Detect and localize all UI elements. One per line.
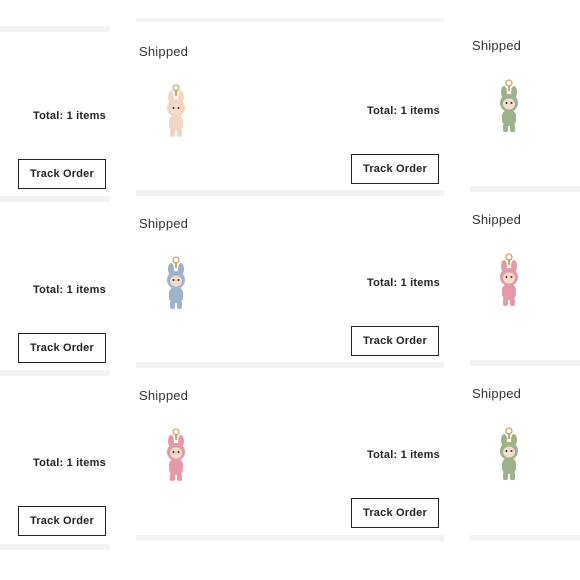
order-status: Shipped — [472, 386, 522, 401]
order-total: Total: 1 items — [367, 105, 440, 117]
track-order-button[interactable]: Track Order — [18, 506, 106, 536]
plush-keychain-icon — [167, 84, 185, 137]
separator — [0, 544, 110, 550]
order-total: Total: 1 items — [367, 277, 440, 289]
track-order-button[interactable]: Track Order — [18, 159, 106, 189]
order-status: Shipped — [472, 212, 522, 227]
order-total: Total: 1 items — [33, 284, 106, 296]
order-total: Total: 1 items — [367, 449, 440, 461]
track-order-button[interactable]: Track Order — [351, 498, 439, 528]
product-thumbnail[interactable] — [160, 256, 192, 312]
separator — [470, 186, 580, 192]
track-order-button[interactable]: Track Order — [18, 333, 106, 363]
plush-keychain-icon — [500, 253, 518, 306]
plush-keychain-icon — [167, 256, 185, 309]
separator — [470, 360, 580, 366]
separator — [470, 535, 580, 541]
order-status: Shipped — [139, 216, 189, 231]
plush-keychain-icon — [500, 427, 518, 480]
order-status: Shipped — [139, 44, 189, 59]
plush-keychain-icon — [500, 79, 518, 132]
separator — [136, 362, 444, 368]
order-status: Shipped — [472, 38, 522, 53]
product-thumbnail[interactable] — [493, 253, 525, 309]
order-status: Shipped — [139, 388, 189, 403]
separator — [0, 26, 110, 32]
separator — [0, 370, 110, 376]
track-order-button[interactable]: Track Order — [351, 326, 439, 356]
product-thumbnail[interactable] — [160, 84, 192, 140]
separator — [136, 190, 444, 196]
product-thumbnail[interactable] — [160, 428, 192, 484]
product-thumbnail[interactable] — [493, 427, 525, 483]
track-order-button[interactable]: Track Order — [351, 154, 439, 184]
separator — [136, 535, 444, 541]
product-thumbnail[interactable] — [493, 79, 525, 135]
plush-keychain-icon — [167, 428, 185, 481]
order-total: Total: 1 items — [33, 110, 106, 122]
separator — [136, 18, 444, 22]
separator — [0, 196, 110, 202]
order-total: Total: 1 items — [33, 457, 106, 469]
